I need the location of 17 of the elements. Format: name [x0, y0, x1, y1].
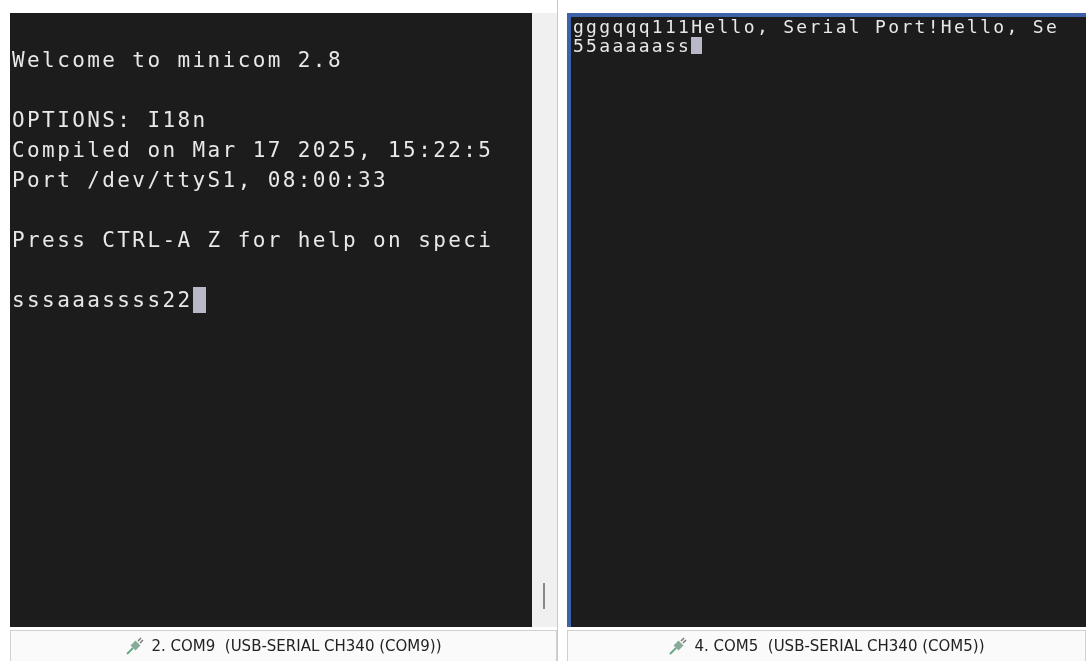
- plug-icon: [668, 637, 689, 655]
- terminal-line: OPTIONS: I18n: [12, 107, 208, 134]
- port-tab[interactable]: 4. COM5 (USB-SERIAL CH340 (COM5)): [566, 630, 1086, 661]
- plug-icon: [125, 637, 146, 655]
- terminal-line: sssaaassss22: [12, 287, 193, 314]
- tab-label: 4. COM5 (USB-SERIAL CH340 (COM5)): [694, 637, 985, 655]
- terminal-line: Port /dev/ttyS1, 08:00:33: [12, 167, 389, 194]
- terminal-screen[interactable]: Welcome to minicom 2.8 OPTIONS: I18n Compiled on Mar 17 2025, 15:22:5 Port /dev/ttyS1, 08:00:33 Press CTRL-A Z for help on speci sssaaassss22: [10, 13, 532, 627]
- terminal-line: Compiled on Mar 17 2025, 15:22:5: [12, 137, 494, 164]
- terminal-screen[interactable]: gggqqq111Hello, Serial Port!Hello, Se 55aaaaass: [570, 17, 1086, 627]
- terminal-line: Press CTRL-A Z for help on speci: [12, 227, 494, 254]
- port-tab[interactable]: 2. COM9 (USB-SERIAL CH340 (COM9)): [10, 630, 557, 661]
- terminal-line: 55aaaaass: [572, 36, 692, 55]
- scroll-thumb[interactable]: [543, 583, 546, 609]
- terminal-line: gggqqq111Hello, Serial Port!Hello, Se: [572, 17, 1060, 36]
- tab-label: 2. COM9 (USB-SERIAL CH340 (COM9)): [151, 637, 442, 655]
- terminal-line: Welcome to minicom 2.8: [12, 47, 343, 74]
